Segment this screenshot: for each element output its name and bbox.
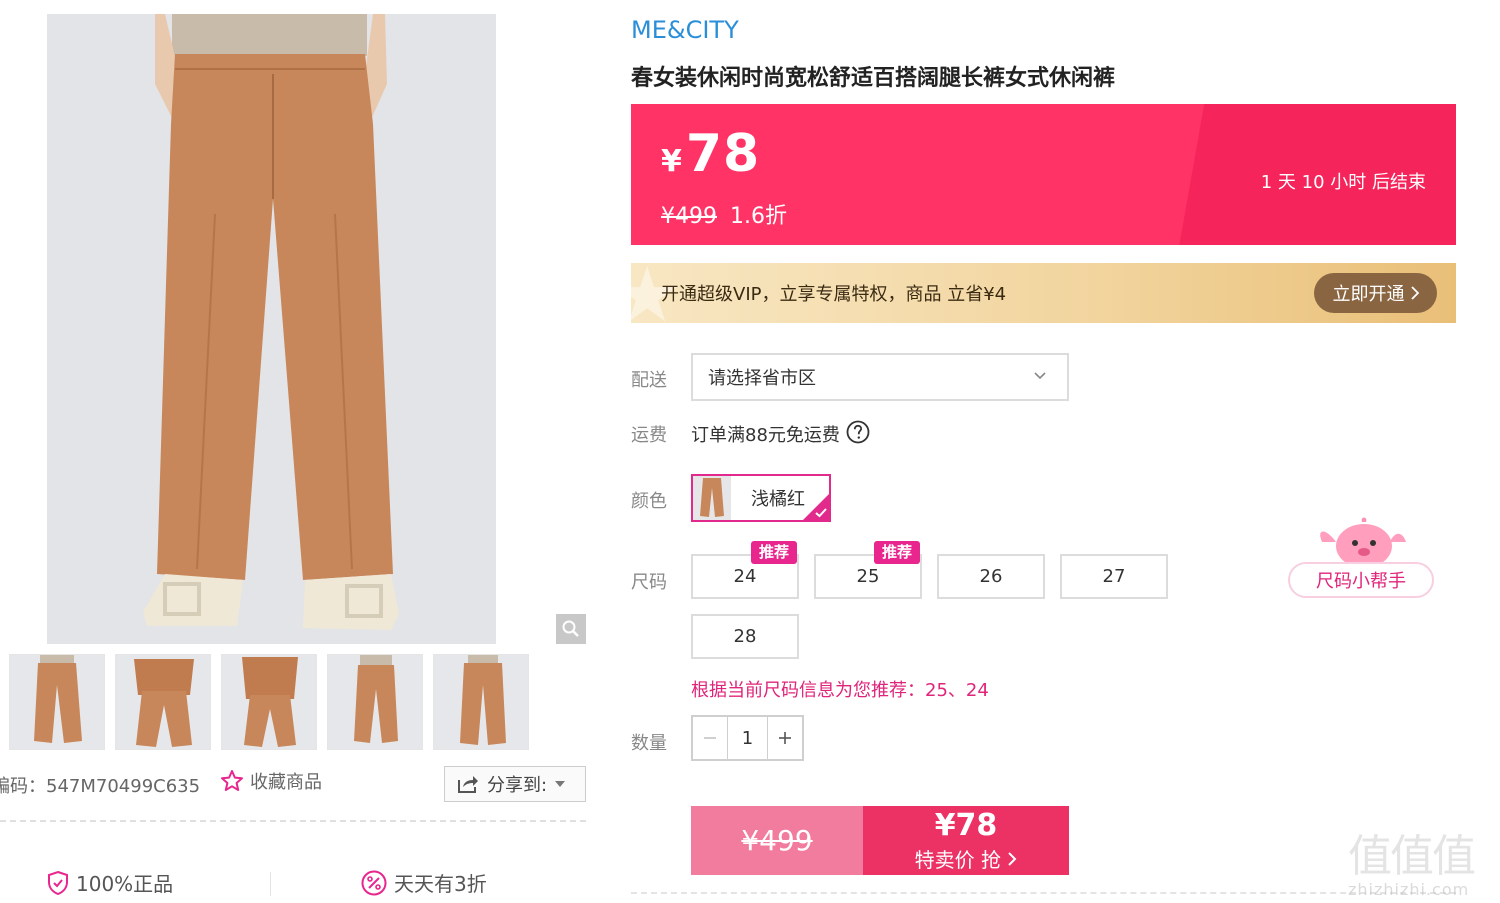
- size-option-label: 27: [1102, 566, 1126, 587]
- brand-link[interactable]: ME&CITY: [631, 16, 739, 44]
- region-placeholder: 请选择省市区: [708, 368, 816, 389]
- product-title: 春女装休闲时尚宽松舒适百搭阔腿长裤女式休闲裤: [631, 66, 1116, 91]
- shield-check-icon: [48, 870, 68, 895]
- buy-sale-price: ¥78: [934, 808, 998, 843]
- size-option-label: 24: [733, 566, 757, 587]
- thumbnail-5-image: [434, 655, 528, 749]
- color-label: 颜色: [631, 491, 667, 512]
- guarantee-authentic-text: 100%正品: [76, 872, 174, 896]
- delivery-label: 配送: [631, 370, 667, 391]
- buy-sale-label-row: 特卖价 抢: [863, 844, 1069, 873]
- mascot-icon: [1320, 517, 1406, 568]
- guarantee-authentic: 100%正品: [46, 868, 173, 897]
- thumbnail-5[interactable]: [433, 654, 529, 750]
- size-option-27[interactable]: 27: [1060, 554, 1168, 599]
- thumbnail-3-image: [222, 655, 316, 749]
- color-thumbnail: [693, 476, 731, 520]
- guarantee-discount-text: 天天有3折: [394, 872, 487, 896]
- color-option-label: 浅橘红: [751, 489, 805, 510]
- discount-rate: 1.6折: [730, 204, 787, 229]
- decrease-button[interactable]: [693, 717, 727, 759]
- divider: [0, 820, 586, 822]
- share-label: 分享到:: [487, 775, 548, 796]
- color-option-selected[interactable]: 浅橘红: [691, 474, 831, 522]
- zoom-button[interactable]: [556, 614, 586, 644]
- plus-icon: [779, 732, 791, 744]
- quantity-stepper: [691, 715, 804, 761]
- percent-badge-icon: [361, 870, 387, 895]
- current-price: ¥ 78: [661, 124, 760, 184]
- favorite-label: 收藏商品: [250, 772, 322, 793]
- quantity-input[interactable]: [727, 717, 768, 759]
- thumbnail-4[interactable]: [327, 654, 423, 750]
- region-select[interactable]: 请选择省市区: [691, 353, 1069, 401]
- size-option-26[interactable]: 26: [937, 554, 1045, 599]
- recommend-badge: 推荐: [751, 541, 798, 564]
- sku-code: 编码：547M70499C635: [0, 776, 201, 797]
- chevron-down-icon: [1034, 372, 1046, 380]
- bottom-divider: [631, 892, 1456, 894]
- original-price: ¥499: [661, 204, 717, 229]
- buy-sale-label: 特卖价 抢: [914, 848, 1001, 872]
- buy-sale-price-panel: ¥78 特卖价 抢: [863, 806, 1069, 875]
- thumbnail-4-image: [328, 655, 422, 749]
- vip-bar: ★ 开通超级VIP，立享专属特权，商品 立省¥4 立即开通: [631, 263, 1456, 323]
- thumbnail-2-image: [116, 655, 210, 749]
- magnifier-icon: [562, 620, 579, 637]
- price-banner: ¥ 78 ¥499 1.6折 1 天 10 小时 后结束: [631, 104, 1456, 245]
- size-option-label: 25: [856, 566, 880, 587]
- thumbnail-3[interactable]: [221, 654, 317, 750]
- main-product-image[interactable]: [47, 14, 496, 644]
- thumbnail-2[interactable]: [115, 654, 211, 750]
- minus-icon: [704, 737, 716, 739]
- dropdown-arrow-icon: [555, 781, 566, 787]
- buy-original-price-panel: ¥499: [691, 806, 863, 875]
- product-meta-row: 编码：547M70499C635 收藏商品 分享到:: [0, 766, 590, 802]
- chevron-right-icon: [1410, 286, 1419, 300]
- recommend-badge: 推荐: [874, 541, 921, 564]
- site-watermark: 值值值 zhizhizhi.com: [1348, 820, 1496, 900]
- share-icon: [458, 776, 478, 793]
- thumbnail-1[interactable]: [9, 654, 105, 750]
- vip-open-label: 立即开通: [1332, 284, 1405, 305]
- share-button[interactable]: 分享到:: [444, 766, 586, 802]
- guarantee-discount: 天天有3折: [360, 868, 487, 897]
- buy-button[interactable]: ¥499 ¥78 特卖价 抢: [691, 806, 1069, 875]
- size-helper-pill: 尺码小帮手: [1288, 562, 1434, 598]
- star-icon: [221, 770, 243, 791]
- size-recommendation: 根据当前尺码信息为您推荐：25、24: [691, 680, 989, 701]
- size-helper-button[interactable]: 尺码小帮手: [1288, 516, 1434, 600]
- current-price-value: 78: [685, 124, 761, 184]
- countdown-timer: 1 天 10 小时 后结束: [1260, 172, 1426, 193]
- thumbnail-1-image: [10, 655, 104, 749]
- color-thumbnail-image: [693, 476, 731, 520]
- question-icon[interactable]: [846, 420, 870, 444]
- size-label: 尺码: [631, 572, 667, 593]
- buy-original-price: ¥499: [741, 824, 813, 857]
- price-sub: ¥499 1.6折: [661, 198, 787, 230]
- quantity-label: 数量: [631, 733, 667, 754]
- pants-illustration: [47, 14, 496, 644]
- size-helper-label: 尺码小帮手: [1316, 571, 1406, 592]
- favorite-button[interactable]: 收藏商品: [220, 768, 322, 794]
- shipping-text: 订单满88元免运费: [691, 425, 840, 446]
- chevron-right-icon: [1008, 852, 1017, 866]
- size-option-label: 26: [979, 566, 1003, 587]
- size-option-28[interactable]: 28: [691, 614, 799, 659]
- thumbnail-strip: [9, 654, 534, 750]
- watermark-logo: 值值值: [1348, 831, 1476, 882]
- increase-button[interactable]: [768, 717, 802, 759]
- selected-check-icon: [803, 494, 829, 520]
- currency-symbol: ¥: [661, 144, 682, 179]
- vip-text: 开通超级VIP，立享专属特权，商品 立省¥4: [661, 284, 1007, 305]
- shipping-label: 运费: [631, 425, 667, 446]
- guarantee-divider: [270, 872, 271, 896]
- vip-open-button[interactable]: 立即开通: [1314, 273, 1437, 313]
- size-option-label: 28: [733, 626, 757, 647]
